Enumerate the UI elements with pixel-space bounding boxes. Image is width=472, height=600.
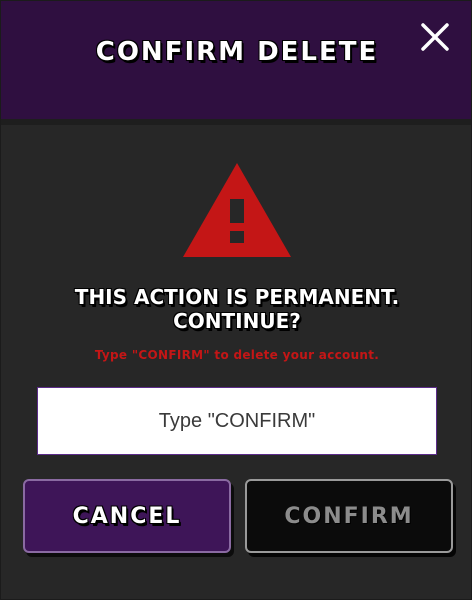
close-icon: [421, 23, 449, 51]
warning-triangle-icon: [183, 163, 291, 257]
close-button[interactable]: [415, 17, 455, 57]
dialog-header: CONFIRM DELETE: [1, 1, 471, 125]
warning-message-line1: THIS ACTION IS PERMANENT.: [74, 285, 400, 309]
cancel-button-label: CANCEL: [72, 503, 182, 529]
confirm-hint: Type "CONFIRM" to delete your account.: [94, 348, 380, 362]
dialog-title: CONFIRM DELETE: [95, 37, 379, 67]
warning-message-line2: CONTINUE?: [173, 309, 301, 333]
confirm-button[interactable]: CONFIRM: [245, 479, 453, 553]
confirm-button-label: CONFIRM: [284, 503, 414, 529]
confirm-text-input[interactable]: [37, 387, 437, 455]
cancel-button[interactable]: CANCEL: [23, 479, 231, 553]
warning-message: THIS ACTION IS PERMANENT. CONTINUE?: [1, 285, 471, 333]
confirm-delete-dialog: CONFIRM DELETE THIS ACTION IS PERMANENT.…: [0, 0, 472, 600]
